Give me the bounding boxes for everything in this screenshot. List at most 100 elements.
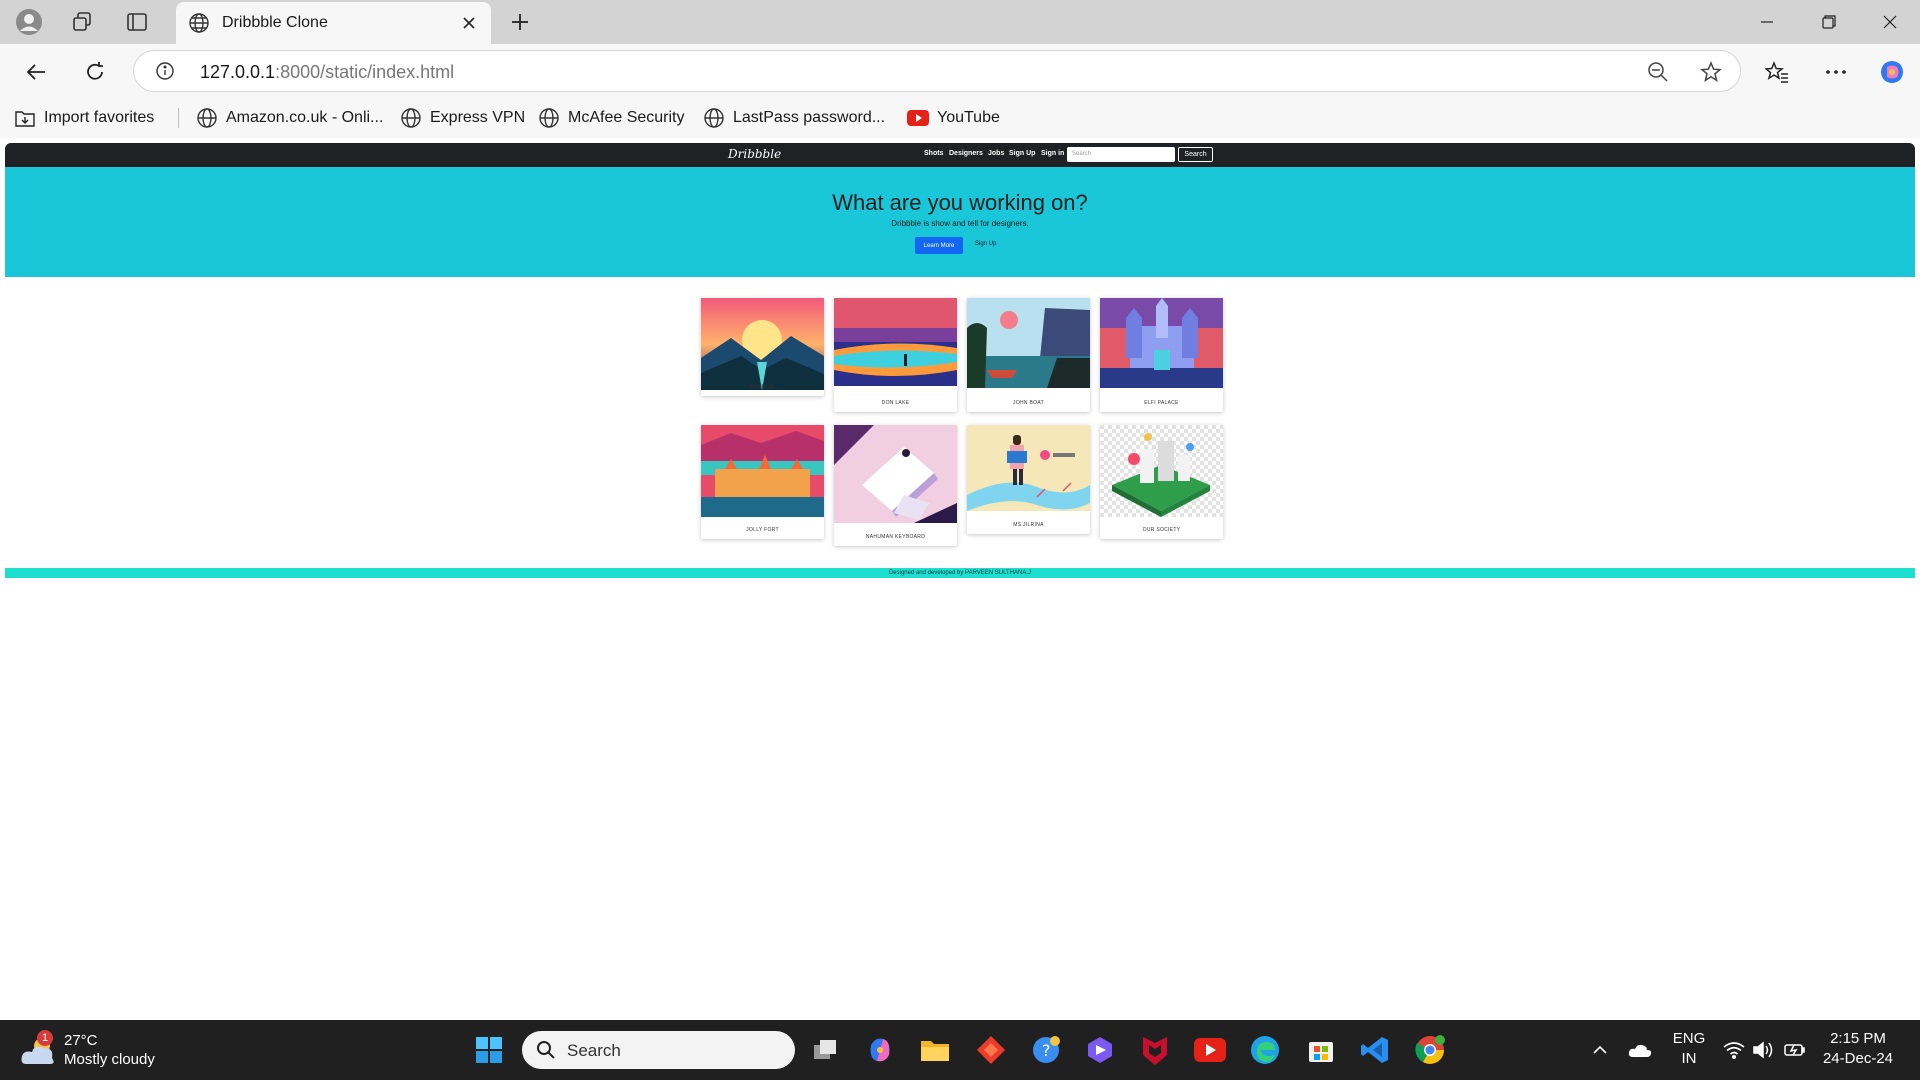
shot-thumbnail <box>1100 425 1223 517</box>
copilot-app-icon[interactable] <box>860 1030 900 1070</box>
globe-icon <box>401 108 421 128</box>
shot-title: ELFI PALACE <box>1144 400 1179 406</box>
shot-title: NAHUMAN KEYBOARD <box>865 534 926 540</box>
menu-sign-in[interactable]: Sign in <box>1041 150 1064 157</box>
fav-youtube[interactable]: YouTube <box>907 106 1000 130</box>
globe-icon <box>189 13 209 33</box>
shot-title: JOLLY FORT <box>746 527 779 533</box>
minimize-button[interactable] <box>1737 4 1797 40</box>
tab-title: Dribbble Clone <box>222 14 328 31</box>
hero-title: What are you working on? <box>832 190 1088 215</box>
site-footer: Designed and developed by PARVEEN SULTHA… <box>5 568 1915 578</box>
battery-icon[interactable] <box>1775 1030 1815 1070</box>
chrome-icon[interactable] <box>1410 1030 1450 1070</box>
menu-shots[interactable]: Shots <box>924 150 943 157</box>
favorites-bar: Import favorites Amazon.co.uk - Onli... … <box>0 98 1920 138</box>
shot-thumbnail <box>701 298 824 390</box>
new-tab-button[interactable] <box>505 7 535 37</box>
copilot-icon[interactable] <box>1874 54 1910 90</box>
url-text[interactable]: 127.0.0.1:8000/static/index.html <box>200 62 454 83</box>
shot-title: DON LAKE <box>881 400 910 406</box>
onedrive-icon[interactable] <box>1620 1030 1660 1070</box>
edge-icon[interactable] <box>1245 1030 1285 1070</box>
fav-amazon[interactable]: Amazon.co.uk - Onli... <box>196 106 383 130</box>
fav-import-favorites[interactable]: Import favorites <box>14 106 154 130</box>
clock-date[interactable]: 24-Dec-24 <box>1812 1050 1904 1067</box>
site-info-icon[interactable] <box>155 61 175 81</box>
taskbar-search[interactable]: Search <box>522 1031 795 1069</box>
start-button[interactable] <box>469 1030 509 1070</box>
fav-label: Amazon.co.uk - Onli... <box>226 109 384 126</box>
more-options-icon[interactable] <box>1818 54 1854 90</box>
shot-thumbnail <box>834 425 957 523</box>
chevron-up-icon[interactable] <box>1580 1030 1620 1070</box>
mcafee-icon[interactable] <box>1135 1030 1175 1070</box>
file-explorer-icon[interactable] <box>915 1030 955 1070</box>
task-view-icon[interactable] <box>806 1030 846 1070</box>
weather-widget[interactable]: 1 27°C Mostly cloudy <box>20 1030 170 1072</box>
help-app-icon[interactable]: ? <box>1026 1030 1066 1070</box>
globe-icon <box>539 108 559 128</box>
shot-card[interactable]: SUNRISE <box>701 298 824 396</box>
menu-sign-up[interactable]: Sign Up <box>1009 150 1035 157</box>
fav-label: Express VPN <box>430 109 526 126</box>
omnibox[interactable]: 127.0.0.1:8000/static/index.html <box>133 50 1741 92</box>
purple-app-icon[interactable] <box>1080 1030 1120 1070</box>
refresh-icon[interactable] <box>77 54 113 90</box>
profile-icon[interactable] <box>14 7 44 37</box>
shot-thumbnail <box>1100 298 1223 388</box>
language-bottom[interactable]: IN <box>1662 1050 1716 1067</box>
taskbar-search-placeholder: Search <box>567 1041 621 1060</box>
globe-icon <box>197 108 217 128</box>
shot-card[interactable]: NAHUMAN KEYBOARD <box>834 425 957 546</box>
site-search-input[interactable]: Search <box>1067 147 1175 162</box>
favorite-star-icon[interactable] <box>1700 61 1722 83</box>
weather-temperature: 27°C <box>64 1032 98 1049</box>
hero-banner: What are you working on? Dribbble is sho… <box>5 167 1915 277</box>
shot-card[interactable]: DON LAKE <box>834 298 957 412</box>
workspaces-icon[interactable] <box>67 7 97 37</box>
address-bar-row: 127.0.0.1:8000/static/index.html <box>0 44 1920 98</box>
language-top[interactable]: ENG <box>1662 1030 1716 1047</box>
favorites-icon[interactable] <box>1759 54 1795 90</box>
tab-dribbble-clone[interactable]: Dribbble Clone <box>176 2 491 44</box>
menu-designers[interactable]: Designers <box>949 150 983 157</box>
fav-express-vpn[interactable]: Express VPN <box>400 106 525 130</box>
learn-more-button[interactable]: Learn More <box>915 237 963 254</box>
zoom-out-icon[interactable] <box>1647 61 1669 83</box>
fav-mcafee[interactable]: McAfee Security <box>538 106 684 130</box>
shot-title: MS.JILRINA <box>1013 522 1044 528</box>
shot-title: JOHN BOAT <box>1013 400 1044 406</box>
shot-thumbnail <box>834 298 957 386</box>
fav-label: McAfee Security <box>568 109 685 126</box>
clock-time[interactable]: 2:15 PM <box>1812 1030 1904 1047</box>
youtube-icon <box>907 110 929 126</box>
ms-store-icon[interactable] <box>1301 1030 1341 1070</box>
menu-jobs[interactable]: Jobs <box>988 150 1004 157</box>
tab-actions-icon[interactable] <box>122 7 152 37</box>
red-app-icon[interactable] <box>971 1030 1011 1070</box>
taskbar: 1 27°C Mostly cloudy Search ? ENG IN 2:1… <box>0 1020 1920 1080</box>
shot-card[interactable]: OUR SOCIETY <box>1100 425 1223 539</box>
shot-title: OUR SOCIETY <box>1142 527 1181 533</box>
shot-card[interactable]: ELFI PALACE <box>1100 298 1223 412</box>
back-icon[interactable] <box>18 54 54 90</box>
youtube-app-icon[interactable] <box>1190 1030 1230 1070</box>
weather-badge: 1 <box>37 1030 53 1046</box>
close-tab-icon[interactable] <box>453 7 485 39</box>
restore-button[interactable] <box>1799 4 1859 40</box>
site-search-button[interactable]: Search <box>1178 147 1213 162</box>
shot-card[interactable]: JOHN BOAT <box>967 298 1090 412</box>
fav-lastpass[interactable]: LastPass password... <box>703 106 885 130</box>
hero-sign-up-link[interactable]: Sign Up <box>975 241 996 247</box>
shot-thumbnail <box>967 298 1090 388</box>
tab-bar: Dribbble Clone <box>0 0 1920 44</box>
shot-card[interactable]: JOLLY FORT <box>701 425 824 539</box>
hero-subtitle: Dribbble is show and tell for designers. <box>891 219 1029 228</box>
shot-card[interactable]: MS.JILRINA <box>967 425 1090 534</box>
page-viewport: Dribbble Shots Designers Jobs Sign Up Si… <box>5 143 1915 1015</box>
fav-label: YouTube <box>937 109 1000 126</box>
close-window-button[interactable] <box>1860 4 1920 40</box>
site-logo[interactable]: Dribbble <box>728 147 781 161</box>
vscode-icon[interactable] <box>1355 1030 1395 1070</box>
